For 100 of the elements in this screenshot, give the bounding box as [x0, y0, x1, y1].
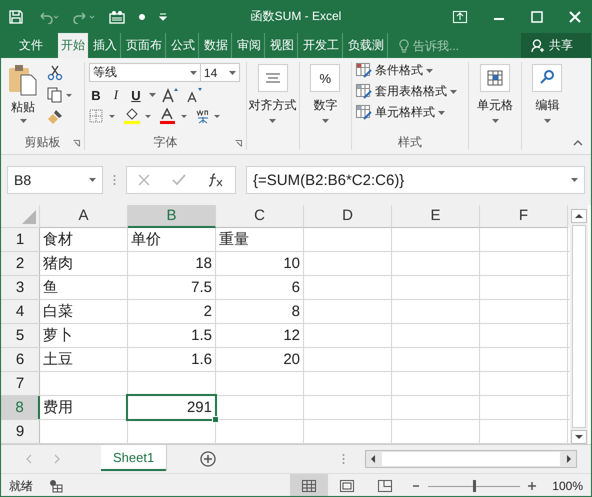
window-title: 函数SUM - Excel [250, 8, 342, 25]
caret-icon [269, 119, 276, 123]
paintbrush-icon[interactable] [47, 109, 63, 125]
italic-button[interactable]: I [108, 87, 123, 103]
maximize-icon[interactable] [531, 10, 543, 22]
cells-button[interactable]: 单元格 [473, 62, 517, 123]
decrease-font-icon[interactable] [186, 87, 204, 103]
dot-icon[interactable] [139, 14, 145, 20]
number-format-button[interactable]: % 数字 [304, 62, 348, 123]
row-header[interactable]: 5 [1, 324, 40, 347]
column-header[interactable]: E [392, 205, 480, 228]
column-header[interactable]: F [480, 205, 568, 228]
style-menu-button[interactable]: 条件格式 [356, 62, 464, 79]
increase-font-icon[interactable] [162, 87, 180, 103]
caret-icon [450, 90, 458, 94]
row-header[interactable]: 4 [1, 300, 40, 323]
font-name-dropdown[interactable]: 等线 [88, 63, 201, 82]
collapse-ribbon-icon[interactable] [573, 139, 583, 146]
fill-color-icon[interactable] [122, 108, 153, 124]
table-format-icon [356, 105, 372, 120]
share-button[interactable]: 共享 [521, 33, 591, 58]
table-cell-text: 鱼 [42, 278, 59, 298]
save-icon[interactable] [9, 10, 23, 24]
add-sheet-icon[interactable] [200, 451, 216, 467]
row-header[interactable]: 6 [1, 348, 40, 371]
table-cell-text: 食材 [42, 230, 74, 250]
row-header[interactable]: 9 [1, 420, 40, 443]
caret-icon [492, 119, 499, 123]
name-box[interactable]: B8 [7, 166, 103, 194]
copy-icon[interactable] [47, 87, 73, 103]
redo-icon[interactable] [73, 10, 95, 24]
table-cell-text: 土豆 [42, 350, 74, 370]
underline-button[interactable]: U [128, 88, 143, 102]
table-cell-text: 费用 [42, 398, 74, 418]
table-cell-text: 7.5 [190, 278, 213, 298]
table-cell-text: 萝卜 [42, 326, 74, 346]
style-menu-button[interactable]: 套用表格格式 [356, 83, 464, 100]
table-format-icon [356, 84, 372, 99]
person-icon [531, 38, 545, 52]
column-header[interactable]: B [128, 205, 216, 228]
group-label: 样式 [398, 134, 422, 150]
editing-button[interactable]: 编辑 [526, 62, 570, 123]
row-header[interactable]: 1 [1, 228, 40, 251]
caret-icon[interactable] [148, 93, 156, 97]
scissors-icon[interactable] [47, 65, 63, 81]
macro-record-icon[interactable] [49, 479, 63, 493]
row-header[interactable]: 8 [1, 396, 40, 419]
close-icon[interactable] [569, 10, 581, 22]
customize-icon[interactable] [159, 12, 167, 20]
row-header[interactable]: 7 [1, 372, 40, 395]
table-format-icon [356, 63, 372, 78]
function-icon[interactable] [208, 173, 224, 187]
formula-field[interactable]: {=SUM(B2:B6*C2:C6)} [246, 166, 585, 194]
dialog-launcher-icon[interactable] [72, 140, 80, 147]
checkmark-icon[interactable] [172, 174, 186, 186]
row-header[interactable]: 2 [1, 252, 40, 275]
phonetic-icon[interactable] [194, 108, 221, 124]
font-size-dropdown[interactable]: 14 [200, 63, 240, 82]
vertical-scrollbar[interactable] [570, 205, 588, 444]
lightbulb-icon [399, 38, 409, 52]
table-cell-text: 6 [290, 278, 301, 298]
grid-icon [302, 480, 316, 492]
sheet-tab[interactable]: Sheet1 [101, 445, 166, 471]
zoom-slider-thumb[interactable] [473, 480, 476, 492]
horizontal-scrollbar[interactable] [365, 450, 577, 468]
expand-icon[interactable] [571, 178, 578, 182]
ribbon-display-icon[interactable] [453, 10, 467, 22]
caret-icon [20, 119, 26, 123]
row-header[interactable]: 3 [1, 276, 40, 299]
table-cell-text: 猪肉 [42, 254, 74, 274]
ribbon-tab[interactable]: 文件 [2, 33, 56, 58]
dialog-launcher-icon[interactable] [234, 140, 242, 147]
bold-button[interactable]: B [88, 88, 103, 102]
style-menu-button[interactable]: 单元格样式 [356, 104, 464, 121]
caret-icon [426, 68, 434, 72]
ribbon-tab[interactable]: 开始 [58, 33, 88, 58]
drag-handle-icon[interactable] [113, 174, 116, 186]
status-text: 就绪 [9, 478, 33, 494]
zoom-in-icon[interactable] [528, 482, 536, 490]
scroll-up-icon[interactable] [571, 209, 587, 223]
camera-icon[interactable] [109, 10, 125, 24]
font-color-icon[interactable] [158, 108, 189, 124]
border-icon[interactable] [88, 109, 117, 123]
normal-view-button[interactable] [290, 474, 328, 496]
caret-icon [228, 70, 236, 74]
table-cell-text: 1.5 [190, 326, 213, 346]
zoom-level[interactable]: 100% [552, 479, 583, 493]
table-cell-text: 2 [202, 302, 213, 322]
caret-icon [544, 119, 551, 123]
table-cell-text: 18 [194, 254, 213, 274]
tell-me-field[interactable]: 告诉我... [413, 38, 477, 52]
caret-icon [89, 178, 96, 182]
alignment-button[interactable]: 对齐方式 [250, 62, 295, 123]
table-cell-text: 重量 [218, 230, 250, 250]
scroll-down-icon[interactable] [571, 430, 587, 444]
table-cell-text: 20 [282, 350, 301, 370]
search-icon [532, 64, 562, 92]
column-header[interactable]: C [216, 205, 304, 228]
paste-button[interactable]: 粘贴 [5, 62, 41, 134]
column-header[interactable]: D [304, 205, 392, 228]
